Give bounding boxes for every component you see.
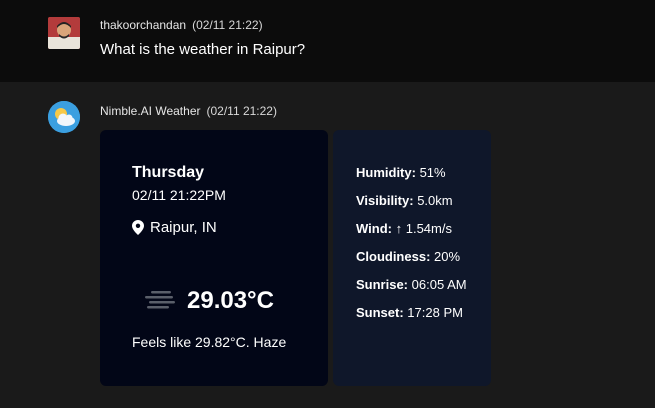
stat-value: 20% xyxy=(434,249,461,264)
stat-humidity: Humidity: 51% xyxy=(356,165,446,180)
bot-message: Nimble.AI Weather (02/11 21:22) Thursday … xyxy=(0,82,655,408)
stat-sunrise: Sunrise: 06:05 AM xyxy=(356,277,467,292)
bot-timestamp: (02/11 21:22) xyxy=(206,104,277,118)
stat-label: Sunrise: xyxy=(356,277,409,292)
stat-label: Cloudiness: xyxy=(356,249,431,264)
stat-label: Humidity: xyxy=(356,165,416,180)
stat-value: ↑ 1.54m/s xyxy=(395,221,452,236)
user-message: thakoorchandan (02/11 21:22) What is the … xyxy=(0,0,655,82)
feels-like-text: Feels like 29.82°C. Haze xyxy=(132,334,287,350)
weather-main-card: Thursday 02/11 21:22PM Raipur, IN 29.03°… xyxy=(100,130,328,386)
haze-icon xyxy=(145,290,177,317)
weather-location: Raipur, IN xyxy=(132,219,217,236)
location-text: Raipur, IN xyxy=(150,219,217,236)
stat-cloudiness: Cloudiness: 20% xyxy=(356,249,460,264)
user-avatar[interactable] xyxy=(48,17,80,49)
location-pin-icon xyxy=(132,220,144,235)
partly-cloudy-icon xyxy=(48,101,80,133)
weather-datetime: 02/11 21:22PM xyxy=(132,187,226,203)
bot-author[interactable]: Nimble.AI Weather xyxy=(100,104,200,118)
stat-wind: Wind: ↑ 1.54m/s xyxy=(356,221,452,236)
stat-value: 5.0km xyxy=(417,193,453,208)
bot-meta: Nimble.AI Weather (02/11 21:22) xyxy=(100,104,277,118)
stat-value: 17:28 PM xyxy=(407,305,463,320)
temperature: 29.03°C xyxy=(187,287,274,314)
bot-avatar[interactable] xyxy=(48,101,80,133)
stat-label: Visibility: xyxy=(356,193,414,208)
stat-label: Wind: xyxy=(356,221,392,236)
user-message-text: What is the weather in Raipur? xyxy=(100,41,306,58)
stat-label: Sunset: xyxy=(356,305,404,320)
stat-sunset: Sunset: 17:28 PM xyxy=(356,305,463,320)
stat-value: 06:05 AM xyxy=(411,277,467,292)
user-author[interactable]: thakoorchandan xyxy=(100,18,186,32)
stat-visibility: Visibility: 5.0km xyxy=(356,193,453,208)
weather-day: Thursday xyxy=(132,164,205,181)
user-timestamp: (02/11 21:22) xyxy=(192,18,263,32)
user-meta: thakoorchandan (02/11 21:22) xyxy=(100,18,263,32)
stat-value: 51% xyxy=(419,165,446,180)
weather-stats-card: Humidity: 51% Visibility: 5.0km Wind: ↑ … xyxy=(333,130,491,386)
